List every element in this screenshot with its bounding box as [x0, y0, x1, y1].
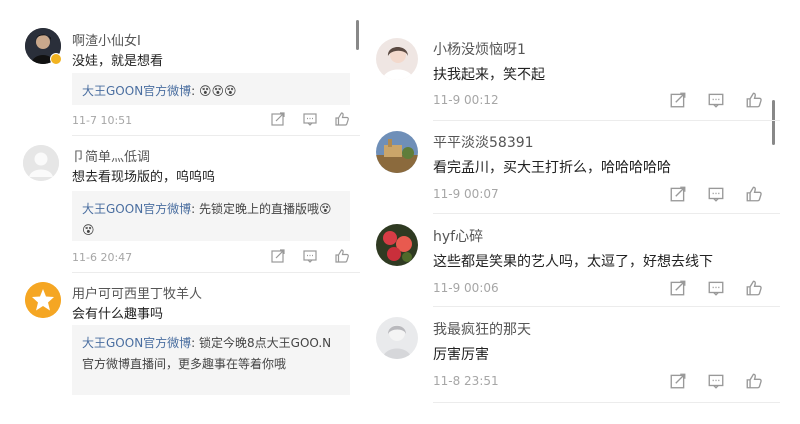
avatar[interactable]	[25, 282, 61, 318]
like-icon[interactable]	[334, 111, 350, 127]
comment-icon[interactable]	[707, 279, 725, 297]
comment-item: 啊渣小仙女I 没娃，就是想看 大王GOON官方微博: 😵😵😵 11-7 10:5…	[0, 0, 360, 140]
timestamp: 11-6 20:47	[72, 251, 133, 264]
username[interactable]: 小杨没烦恼呀1	[433, 39, 526, 59]
comment-text: 会有什么趣事吗	[72, 307, 164, 322]
landscape-avatar-icon	[376, 131, 418, 173]
reply-author[interactable]: 大王GOON官方微博	[82, 202, 191, 216]
like-icon[interactable]	[334, 248, 350, 264]
timestamp: 11-9 00:06	[433, 281, 499, 295]
right-comment-panel: 小杨没烦恼呀1 扶我起来，笑不起 11-9 00:12 平平淡淡58391 看完…	[362, 0, 800, 424]
share-icon[interactable]	[669, 185, 687, 203]
reply-box: 大王GOON官方微博: 😵😵😵	[72, 73, 350, 105]
avatar[interactable]	[376, 224, 418, 266]
username[interactable]: 啊渣小仙女I	[72, 30, 141, 49]
action-bar	[669, 91, 763, 109]
comment-item: 平平淡淡58391 看完孟川，买大王打折么，哈哈哈哈哈 11-9 00:07	[362, 120, 800, 213]
share-icon[interactable]	[669, 91, 687, 109]
comment-item: 用户可可西里丁牧羊人 会有什么趣事吗 大王GOON官方微博: 锁定今晚8点大王G…	[0, 275, 360, 424]
comment-icon[interactable]	[302, 111, 318, 127]
action-bar	[669, 279, 763, 297]
reply-author[interactable]: 大王GOON官方微博	[82, 84, 191, 98]
reply-emoji: 😵😵😵	[199, 84, 237, 98]
comment-text: 没娃，就是想看	[72, 54, 164, 69]
reply-box: 大王GOON官方微博: 锁定今晚8点大王GOO.N官方微博直播间，更多趣事在等着…	[72, 325, 350, 395]
comment-icon[interactable]	[302, 248, 318, 264]
timestamp: 11-9 00:12	[433, 93, 499, 107]
reply-text: 先锁定晚上的直播版哦	[199, 202, 320, 216]
star-avatar-icon	[25, 282, 61, 318]
comment-text: 看完孟川，买大王打折么，哈哈哈哈哈	[433, 160, 671, 176]
comment-text: 想去看现场版的，呜呜呜	[72, 170, 216, 185]
username[interactable]: 用户可可西里丁牧羊人	[72, 283, 202, 302]
avatar[interactable]	[23, 145, 59, 181]
avatar[interactable]	[376, 38, 418, 80]
username[interactable]: hyf心碎	[433, 226, 483, 246]
action-bar	[669, 185, 763, 203]
avatar[interactable]	[376, 317, 418, 359]
verified-badge-icon	[50, 53, 62, 65]
action-bar	[270, 111, 350, 127]
username[interactable]: 平平淡淡58391	[433, 132, 534, 152]
girl-avatar-icon	[376, 38, 418, 80]
username[interactable]: 我最疯狂的那天	[433, 319, 531, 339]
divider	[72, 272, 360, 273]
timestamp: 11-9 00:07	[433, 187, 499, 201]
comment-item: hyf心碎 这些都是笑果的艺人吗，太逗了，好想去线下 11-9 00:06	[362, 213, 800, 306]
like-icon[interactable]	[745, 279, 763, 297]
share-icon[interactable]	[669, 279, 687, 297]
like-icon[interactable]	[745, 185, 763, 203]
comment-text: 这些都是笑果的艺人吗，太逗了，好想去线下	[433, 254, 713, 270]
action-bar	[669, 372, 763, 390]
default-avatar-icon	[23, 145, 59, 181]
timestamp: 11-7 10:51	[72, 114, 133, 127]
timestamp: 11-8 23:51	[433, 374, 499, 388]
divider	[72, 135, 360, 136]
comment-text: 厉害厉害	[433, 347, 489, 363]
reply-author[interactable]: 大王GOON官方微博	[82, 336, 191, 350]
comment-item: 卩简单灬低调 想去看现场版的，呜呜呜 大王GOON官方微博: 先锁定晚上的直播版…	[0, 140, 360, 275]
like-icon[interactable]	[745, 91, 763, 109]
avatar[interactable]	[376, 131, 418, 173]
action-bar	[270, 248, 350, 264]
username[interactable]: 卩简单灬低调	[72, 146, 150, 165]
portrait-avatar-icon	[376, 317, 418, 359]
flower-avatar-icon	[376, 224, 418, 266]
reply-box: 大王GOON官方微博: 先锁定晚上的直播版哦😵😵	[72, 191, 350, 241]
comment-icon[interactable]	[707, 372, 725, 390]
left-comment-panel: 啊渣小仙女I 没娃，就是想看 大王GOON官方微博: 😵😵😵 11-7 10:5…	[0, 0, 360, 424]
share-icon[interactable]	[270, 248, 286, 264]
like-icon[interactable]	[745, 372, 763, 390]
divider	[433, 402, 780, 403]
comment-icon[interactable]	[707, 91, 725, 109]
comment-item: 我最疯狂的那天 厉害厉害 11-8 23:51	[362, 306, 800, 406]
share-icon[interactable]	[669, 372, 687, 390]
comment-text: 扶我起来，笑不起	[433, 67, 545, 83]
share-icon[interactable]	[270, 111, 286, 127]
comment-icon[interactable]	[707, 185, 725, 203]
comment-item: 小杨没烦恼呀1 扶我起来，笑不起 11-9 00:12	[362, 0, 800, 120]
